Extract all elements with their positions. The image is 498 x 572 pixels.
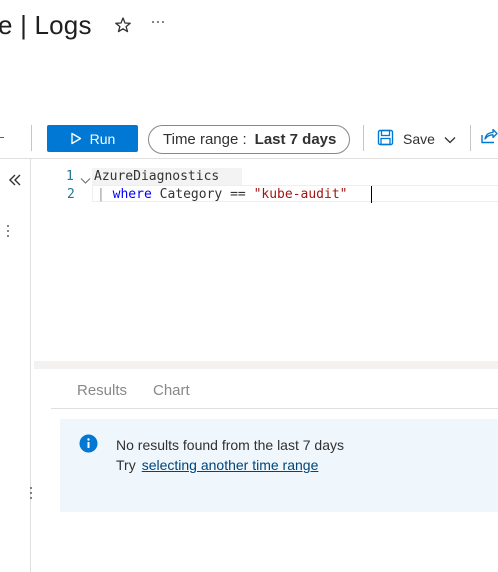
run-button-label: Run (89, 130, 116, 147)
chevron-down-icon (444, 131, 456, 147)
left-rail (0, 159, 31, 572)
share-icon[interactable] (480, 127, 498, 150)
info-icon (79, 434, 98, 458)
toolbar-edge (0, 137, 4, 138)
line-number: 2 (67, 187, 75, 202)
toolbar-divider (470, 125, 471, 151)
pane-divider[interactable] (34, 361, 498, 369)
field-token: Category (159, 187, 223, 202)
time-range-picker[interactable]: Time range : Last 7 days (148, 125, 350, 154)
try-hint: Try selecting another time range (116, 457, 318, 473)
tab-chart[interactable]: Chart (153, 382, 190, 399)
more-icon[interactable] (150, 14, 166, 35)
more-vertical-icon[interactable] (7, 225, 11, 240)
string-token: "kube-audit" (253, 187, 348, 202)
query-line-2[interactable]: | where Category == "kube-audit" (97, 187, 347, 202)
star-icon[interactable] (114, 16, 132, 39)
no-results-message: No results found from the last 7 days (116, 437, 344, 453)
keyword-token: where (112, 187, 152, 202)
time-range-label: Time range : (163, 131, 247, 148)
time-range-value: Last 7 days (254, 131, 337, 148)
tab-results[interactable]: Results (77, 382, 127, 399)
line-number: 1 (66, 169, 74, 184)
toolbar-divider (363, 125, 364, 151)
pipe-token: | (97, 187, 105, 202)
fold-chevron-icon[interactable] (80, 172, 91, 190)
toolbar-divider (31, 125, 32, 151)
save-button[interactable]: Save (377, 126, 456, 152)
change-time-range-link[interactable]: selecting another time range (142, 457, 319, 473)
query-line-1[interactable]: AzureDiagnostics (94, 169, 219, 184)
splitter-handle[interactable] (30, 487, 32, 502)
save-button-label: Save (403, 131, 435, 147)
page-title: e | Logs (0, 10, 92, 40)
operator-token: == (230, 187, 246, 202)
text-caret (371, 186, 372, 203)
run-button[interactable]: Run (47, 125, 138, 152)
tabs-divider (51, 408, 498, 409)
play-icon (70, 132, 82, 145)
try-label: Try (116, 457, 136, 473)
collapse-icon[interactable] (8, 172, 22, 191)
save-icon (377, 129, 394, 149)
